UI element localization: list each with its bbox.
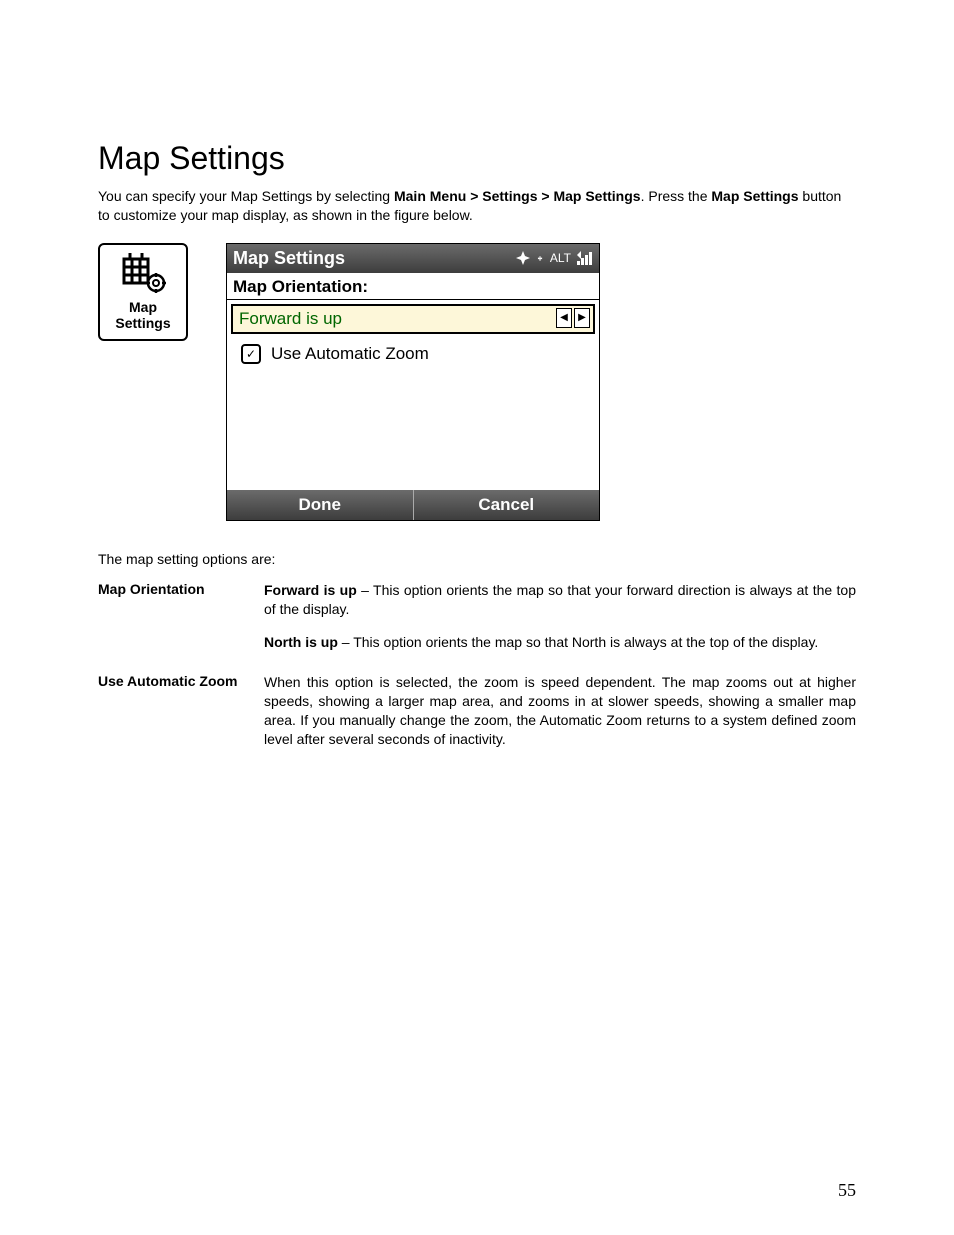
- map-gear-icon: [120, 251, 166, 295]
- option-label-orientation: Map Orientation: [98, 581, 258, 652]
- arrow-left-icon[interactable]: ◀: [556, 308, 572, 328]
- intro-menu-path: Main Menu > Settings > Map Settings: [394, 188, 641, 204]
- alt-label: ALT: [550, 251, 571, 265]
- options-intro: The map setting options are:: [98, 551, 856, 567]
- map-orientation-label: Map Orientation:: [227, 273, 599, 300]
- option-body-orientation: Forward is up – This option orients the …: [264, 581, 856, 652]
- auto-zoom-row[interactable]: ✓ Use Automatic Zoom: [227, 338, 599, 370]
- orientation-selected-value: Forward is up: [233, 306, 553, 332]
- device-screen: Map Settings ᛭ ALT Map Orientation:: [226, 243, 600, 521]
- intro-mid: . Press the: [641, 188, 712, 204]
- option-body-autozoom: When this option is selected, the zoom i…: [264, 673, 856, 749]
- option-label-autozoom: Use Automatic Zoom: [98, 673, 258, 749]
- page-number: 55: [838, 1180, 856, 1201]
- arrow-right-icon[interactable]: ▶: [574, 308, 590, 328]
- tile-line1: Map: [129, 299, 157, 315]
- screen-titlebar: Map Settings ᛭ ALT: [227, 244, 599, 273]
- screen-bottom-bar: Done Cancel: [227, 490, 599, 520]
- gps-icon: [516, 251, 530, 265]
- cancel-button[interactable]: Cancel: [413, 490, 600, 520]
- north-is-up-text: – This option orients the map so that No…: [338, 634, 818, 650]
- orientation-selector[interactable]: Forward is up ◀ ▶: [231, 304, 595, 334]
- tile-label: Map Settings: [100, 299, 186, 331]
- tile-line2: Settings: [115, 315, 170, 331]
- status-icons: ᛭ ALT: [516, 251, 593, 266]
- bluetooth-icon: ᛭: [536, 251, 544, 266]
- options-table: Map Orientation Forward is up – This opt…: [98, 581, 856, 749]
- signal-icon: [577, 251, 593, 265]
- intro-paragraph: You can specify your Map Settings by sel…: [98, 187, 856, 225]
- forward-is-up-bold: Forward is up: [264, 582, 357, 598]
- checkbox-checked-icon[interactable]: ✓: [241, 344, 261, 364]
- intro-bold2: Map Settings: [711, 188, 798, 204]
- selector-arrows: ◀ ▶: [553, 306, 593, 332]
- intro-pre: You can specify your Map Settings by sel…: [98, 188, 394, 204]
- screen-title: Map Settings: [233, 248, 345, 269]
- map-settings-icon-tile[interactable]: Map Settings: [98, 243, 188, 341]
- autozoom-text: When this option is selected, the zoom i…: [264, 674, 856, 747]
- north-is-up-bold: North is up: [264, 634, 338, 650]
- done-button[interactable]: Done: [227, 490, 413, 520]
- screen-empty-area: [227, 370, 599, 490]
- auto-zoom-label: Use Automatic Zoom: [271, 344, 429, 364]
- page-heading: Map Settings: [98, 140, 856, 177]
